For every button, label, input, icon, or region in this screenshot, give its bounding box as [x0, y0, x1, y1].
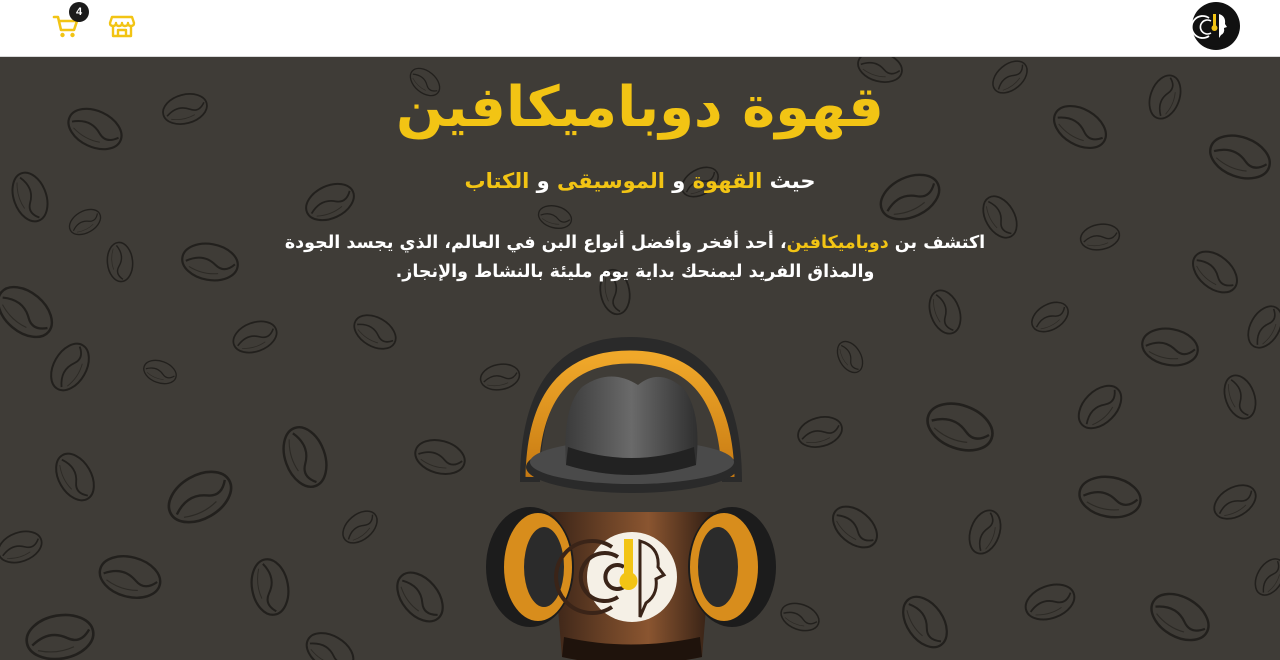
brand-logo-icon	[1190, 5, 1237, 47]
hero-section: قهوة دوباميكافين حيث القهوة و الموسيقى و…	[0, 57, 1280, 660]
tagline-where: حيث	[762, 169, 816, 193]
tagline-books: الكتاب	[464, 169, 530, 193]
brand-logo-button[interactable]	[1190, 2, 1240, 50]
hero-tagline: حيث القهوة و الموسيقى و الكتاب	[0, 169, 1280, 193]
tagline-and-1: و	[664, 169, 693, 193]
description-brand: دوباميكافين	[786, 233, 889, 253]
hero-title: قهوة دوباميكافين	[396, 75, 884, 140]
description-lead: اكتشف بن	[888, 233, 986, 253]
store-button[interactable]	[107, 11, 137, 41]
tagline-coffee: القهوة	[692, 169, 763, 193]
coffee-cup-headphones-mascot	[486, 337, 776, 660]
store-icon	[108, 15, 136, 38]
tagline-music: الموسيقى	[557, 169, 665, 193]
top-navbar: 4	[0, 0, 1280, 57]
tagline-and-2: و	[529, 169, 558, 193]
hero-description: اكتشف بن دوباميكافين، أحد أفخر وأفضل أنو…	[270, 229, 1000, 287]
cart-count-badge: 4	[69, 2, 89, 22]
